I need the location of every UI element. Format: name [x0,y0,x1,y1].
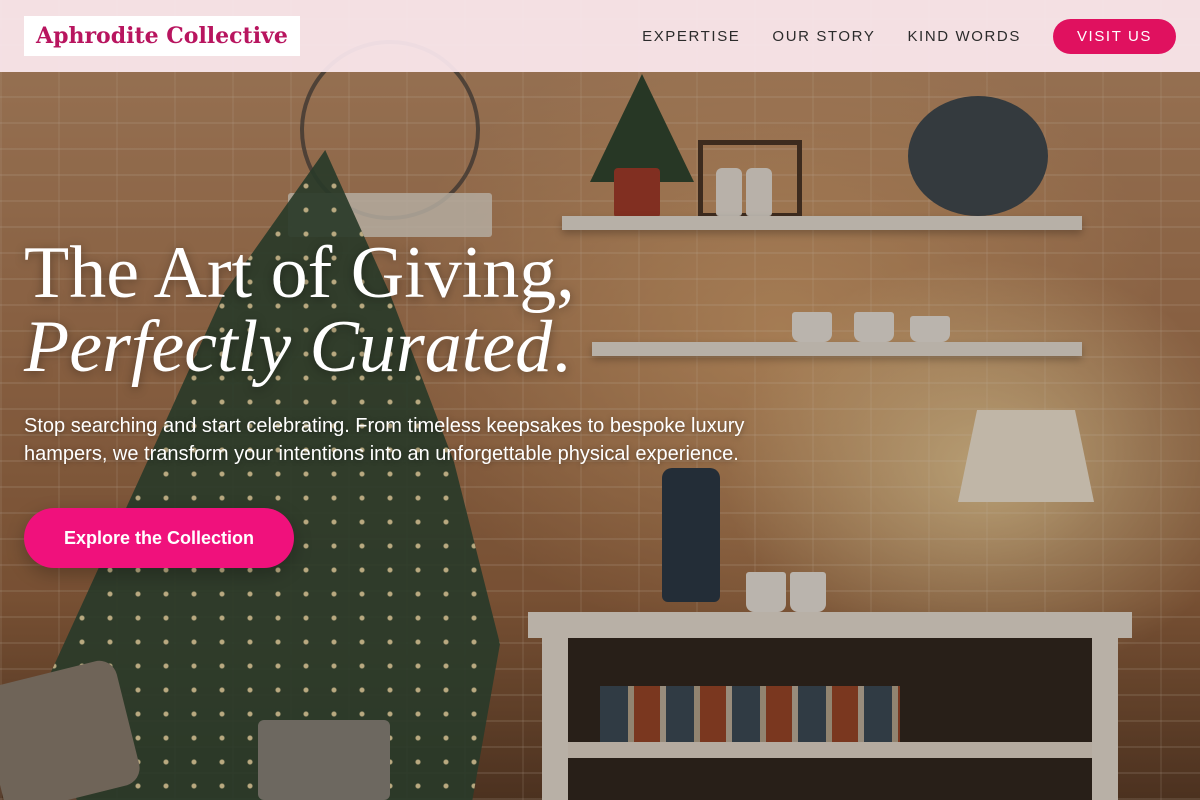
nav-link-expertise[interactable]: EXPERTISE [642,28,740,45]
headline-line-1: The Art of Giving, [24,232,575,314]
site-logo[interactable]: Aphrodite Collective [24,16,300,56]
hero-headline: The Art of Giving, Perfectly Curated. [24,236,844,384]
headline-period: . [552,306,571,388]
hero-section: The Art of Giving, Perfectly Curated. St… [24,236,844,568]
explore-collection-button[interactable]: Explore the Collection [24,508,294,568]
visit-us-button[interactable]: VISIT US [1052,18,1176,54]
hero-subtext: Stop searching and start celebrating. Fr… [24,415,745,465]
headline-line-2: Perfectly Curated. [24,310,844,384]
nav-link-our-story[interactable]: OUR STORY [772,28,875,45]
headline-line-2-text: Perfectly Curated [24,306,553,388]
site-header: Aphrodite Collective EXPERTISE OUR STORY… [0,0,1200,72]
main-nav: EXPERTISE OUR STORY KIND WORDS VISIT US [642,18,1176,54]
nav-link-kind-words[interactable]: KIND WORDS [907,28,1021,45]
